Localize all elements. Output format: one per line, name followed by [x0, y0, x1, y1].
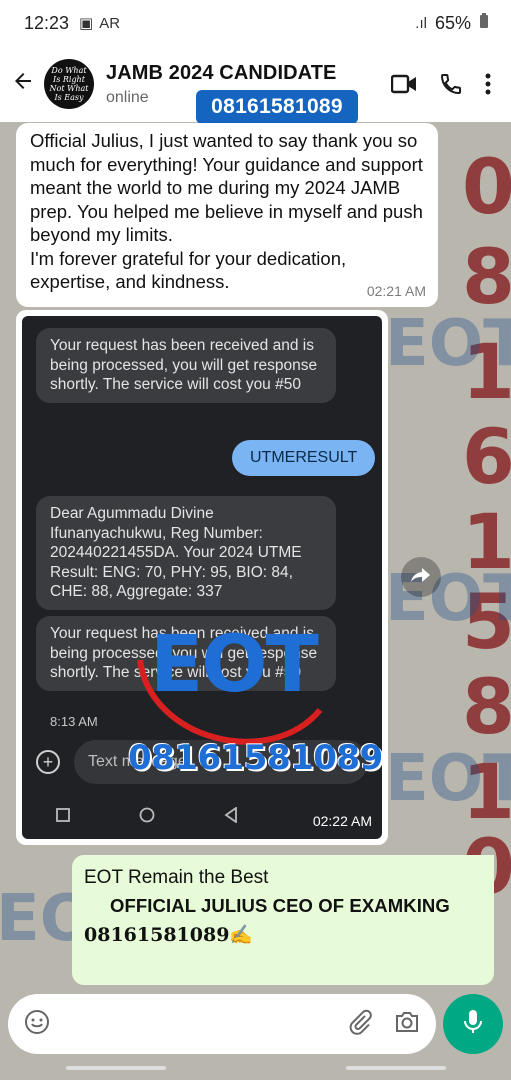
attach-icon[interactable] — [348, 1009, 372, 1040]
signal-icon: .ıl — [415, 14, 427, 32]
video-call-icon[interactable] — [391, 74, 417, 94]
bg-digit: 8 — [462, 662, 511, 751]
watermark-phone: 08161581089 — [128, 738, 383, 778]
gesture-bar — [66, 1066, 166, 1070]
bg-eot: EOT — [385, 307, 511, 381]
voice-message-button[interactable] — [443, 994, 503, 1054]
bg-digit: 6 — [462, 412, 511, 501]
phone-banner: 08161581089 — [196, 90, 358, 124]
forward-button[interactable] — [401, 557, 441, 597]
battery-icon — [479, 12, 489, 34]
gallery-icon: ▣ — [79, 15, 94, 32]
status-bar: 12:23 ▣ AR .ıl 65% — [0, 0, 511, 46]
battery-percent: 65% — [434, 12, 471, 33]
image-time: 02:22 AM — [312, 813, 372, 829]
more-options-icon[interactable] — [485, 73, 491, 95]
bg-digit: 0 — [462, 142, 511, 231]
microphone-icon — [464, 1009, 482, 1040]
sms-bubble: Your request has been received and is be… — [36, 328, 336, 403]
sms-time: 8:13 AM — [50, 714, 98, 729]
sms-reply-bubble: UTMERESULT — [232, 440, 376, 476]
sms-result-bubble: Dear Agummadu Divine Ifunanyachukwu, Reg… — [36, 496, 336, 610]
eot-watermark: EOT 08161581089 — [120, 620, 383, 810]
bg-eot: EOT — [385, 742, 511, 816]
camera-icon[interactable] — [394, 1010, 420, 1039]
avatar[interactable]: Do What Is Right Not What Is Easy — [44, 59, 94, 109]
incoming-message[interactable]: Official Julius, I just wanted to say th… — [16, 123, 438, 307]
recents-icon — [56, 807, 71, 827]
message-line: OFFICIAL JULIUS CEO OF EXAMKING — [110, 895, 450, 916]
emoji-icon[interactable] — [24, 1009, 50, 1040]
message-time: 02:21 AM — [366, 283, 426, 299]
add-attachment-icon: + — [36, 750, 60, 774]
watermark-brand: EOT — [150, 620, 319, 710]
back-arrow-icon[interactable] — [2, 68, 44, 100]
forward-icon — [410, 566, 432, 589]
chat-title: JAMB 2024 CANDIDATE — [106, 61, 337, 84]
outgoing-message[interactable]: EOT Remain the Best OFFICIAL JULIUS CEO … — [72, 855, 494, 985]
message-line: EOT Remain the Best — [84, 867, 269, 888]
message-line: 08161581089✍️ — [84, 924, 254, 946]
gesture-bar — [346, 1066, 446, 1070]
message-text: Official Julius, I just wanted to say th… — [30, 130, 423, 292]
voice-call-icon[interactable] — [439, 72, 463, 96]
status-time: 12:23 — [24, 12, 70, 33]
ar-icon: AR — [99, 14, 121, 32]
message-input-bar[interactable] — [8, 994, 436, 1054]
